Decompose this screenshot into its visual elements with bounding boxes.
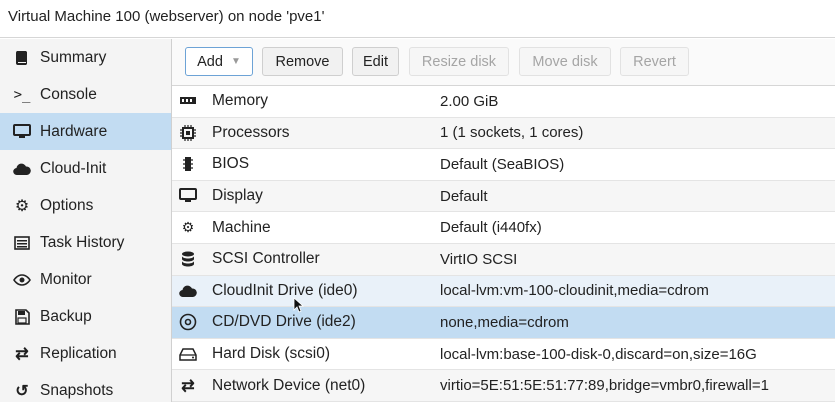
chip-icon xyxy=(178,154,198,174)
table-row[interactable]: BIOS Default (SeaBIOS) xyxy=(172,149,835,181)
table-row[interactable]: Display Default xyxy=(172,180,835,213)
row-value: local-lvm:base-100-disk-0,discard=on,siz… xyxy=(440,345,757,363)
row-name: Processors xyxy=(212,123,290,141)
sidebar-item-label: Console xyxy=(40,85,97,103)
row-value: none,media=cdrom xyxy=(440,313,569,331)
hardware-toolbar: Add ▼ Remove Edit Resize disk Move disk … xyxy=(172,39,835,86)
list-icon xyxy=(12,233,32,253)
row-value: 2.00 GiB xyxy=(440,92,499,110)
resize-disk-button[interactable]: Resize disk xyxy=(409,47,509,76)
gear-icon: ⚙ xyxy=(14,197,30,215)
row-value: 1 (1 sockets, 1 cores) xyxy=(440,124,584,142)
cogs-icon: ⚙ xyxy=(181,219,195,236)
add-button-label: Add xyxy=(197,53,223,70)
sidebar-item-label: Hardware xyxy=(40,122,108,140)
floppy-icon xyxy=(12,307,32,327)
sidebar-item-replication[interactable]: ⇄ Replication xyxy=(0,335,171,372)
table-row[interactable]: CloudInit Drive (ide0) local-lvm:vm-100-… xyxy=(172,275,835,308)
sidebar-item-label: Snapshots xyxy=(40,381,114,399)
row-value: Default (SeaBIOS) xyxy=(440,155,565,173)
row-value: virtio=5E:51:5E:51:77:89,bridge=vmbr0,fi… xyxy=(440,377,769,395)
sidebar-item-console[interactable]: >_ Console xyxy=(0,76,171,113)
sidebar-item-cloud-init[interactable]: Cloud-Init xyxy=(0,150,171,187)
table-row[interactable]: Hard Disk (scsi0) local-lvm:base-100-dis… xyxy=(172,339,835,371)
monitor-icon xyxy=(12,122,32,142)
hardware-grid: Memory 2.00 GiB Processors 1 (1 sockets,… xyxy=(172,86,835,402)
retweet-icon: ⇄ xyxy=(15,345,29,363)
cpu-icon xyxy=(178,123,198,143)
sidebar-item-label: Summary xyxy=(40,48,107,66)
sidebar-item-monitor[interactable]: Monitor xyxy=(0,261,171,298)
edit-button[interactable]: Edit xyxy=(352,47,399,76)
table-row[interactable]: Memory 2.00 GiB xyxy=(172,86,835,118)
row-name: Hard Disk (scsi0) xyxy=(212,345,330,363)
row-name: Memory xyxy=(212,92,268,110)
row-name: Display xyxy=(212,187,263,205)
chevron-down-icon: ▼ xyxy=(230,56,241,67)
revert-button[interactable]: Revert xyxy=(620,47,689,76)
row-value: local-lvm:vm-100-cloudinit,media=cdrom xyxy=(440,282,709,300)
sidebar-item-task-history[interactable]: Task History xyxy=(0,224,171,261)
sidebar-item-snapshots[interactable]: ↺ Snapshots xyxy=(0,372,171,409)
row-name: CD/DVD Drive (ide2) xyxy=(212,313,356,331)
move-disk-button[interactable]: Move disk xyxy=(519,47,611,76)
sidebar-item-label: Task History xyxy=(40,233,125,251)
row-name: Machine xyxy=(212,218,271,236)
exchange-icon: ⇄ xyxy=(181,377,195,395)
sidebar-item-label: Options xyxy=(40,196,94,214)
database-icon xyxy=(178,249,198,269)
sidebar-item-options[interactable]: ⚙ Options xyxy=(0,187,171,224)
table-row[interactable]: SCSI Controller VirtIO SCSI xyxy=(172,243,835,276)
book-icon xyxy=(12,48,32,68)
row-name: BIOS xyxy=(212,155,250,173)
sidebar-item-label: Monitor xyxy=(40,270,92,288)
window-title: Virtual Machine 100 (webserver) on node … xyxy=(0,0,835,38)
sidebar-item-label: Backup xyxy=(40,307,92,325)
table-row[interactable]: Processors 1 (1 sockets, 1 cores) xyxy=(172,117,835,150)
sidebar-item-label: Cloud-Init xyxy=(40,159,107,177)
sidebar-item-label: Replication xyxy=(40,344,117,362)
history-icon: ↺ xyxy=(15,382,29,400)
mouse-pointer-icon xyxy=(293,297,305,313)
sidebar-nav: Summary >_ Console Hardware Cloud-Init ⚙… xyxy=(0,39,172,402)
add-button[interactable]: Add ▼ xyxy=(185,47,253,76)
table-row[interactable]: ⚙ Machine Default (i440fx) xyxy=(172,212,835,244)
row-value: VirtIO SCSI xyxy=(440,250,518,268)
disc-icon xyxy=(178,312,198,332)
display-icon xyxy=(178,186,198,206)
sidebar-item-hardware[interactable]: Hardware xyxy=(0,113,171,150)
memory-icon xyxy=(178,91,198,111)
row-name: SCSI Controller xyxy=(212,250,320,268)
row-value: Default xyxy=(440,187,488,205)
terminal-icon: >_ xyxy=(13,86,31,103)
cloud-icon xyxy=(178,281,198,301)
hdd-icon xyxy=(178,344,198,364)
table-row[interactable]: ⇄ Network Device (net0) virtio=5E:51:5E:… xyxy=(172,370,835,402)
row-name: Network Device (net0) xyxy=(212,376,366,394)
sidebar-item-backup[interactable]: Backup xyxy=(0,298,171,335)
table-row[interactable]: CD/DVD Drive (ide2) none,media=cdrom xyxy=(172,307,835,339)
eye-icon xyxy=(12,270,32,290)
cloud-icon xyxy=(12,159,32,179)
sidebar-item-summary[interactable]: Summary xyxy=(0,39,171,76)
remove-button[interactable]: Remove xyxy=(262,47,343,76)
row-name: CloudInit Drive (ide0) xyxy=(212,281,358,299)
row-value: Default (i440fx) xyxy=(440,219,542,237)
